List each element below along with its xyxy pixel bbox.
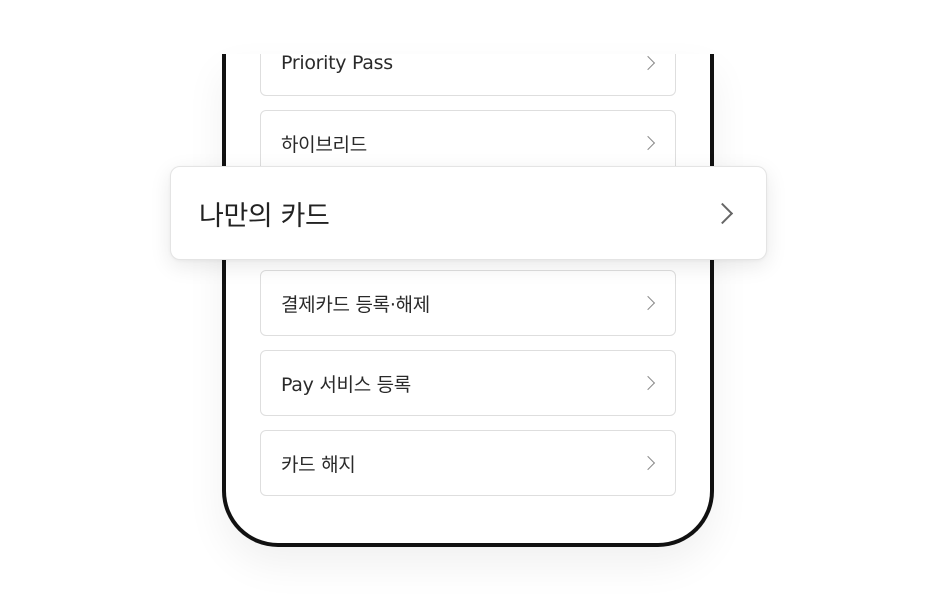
menu-item-label: 결제카드 등록·해제: [281, 293, 430, 316]
menu-item-label: 카드 해지: [281, 453, 356, 476]
menu-item-card-cancel[interactable]: 카드 해지: [260, 430, 676, 496]
chevron-right-icon: [640, 295, 656, 311]
chevron-right-icon: [640, 55, 656, 71]
menu-item-pay-service-register[interactable]: Pay 서비스 등록: [260, 350, 676, 416]
menu-item-label: Priority Pass: [281, 54, 393, 74]
phone-frame: Priority Pass 하이브리드 결제카드 등록·해제 Pay 서비스 등…: [222, 54, 714, 547]
highlight-label: 나만의 카드: [199, 200, 330, 232]
menu-item-priority-pass[interactable]: Priority Pass: [260, 54, 676, 96]
menu-item-label: Pay 서비스 등록: [281, 373, 411, 396]
menu-item-payment-card-register[interactable]: 결제카드 등록·해제: [260, 270, 676, 336]
chevron-right-icon: [640, 135, 656, 151]
chevron-right-icon: [640, 455, 656, 471]
chevron-right-icon: [711, 202, 734, 224]
chevron-right-icon: [640, 375, 656, 391]
menu-item-label: 하이브리드: [281, 133, 367, 156]
stage: Priority Pass 하이브리드 결제카드 등록·해제 Pay 서비스 등…: [0, 0, 936, 606]
menu-item-my-card-highlighted[interactable]: 나만의 카드: [170, 166, 767, 260]
